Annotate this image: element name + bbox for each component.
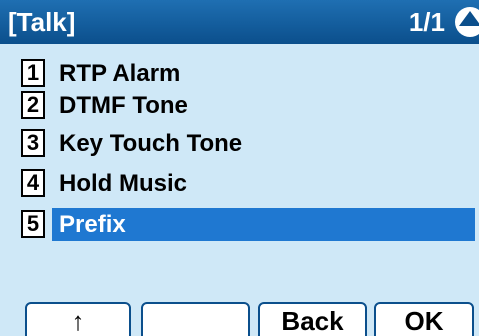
menu-item-hold-music[interactable]: 4 Hold Music xyxy=(0,167,479,200)
screen-title: [Talk] xyxy=(8,7,76,37)
menu-item-number: 1 xyxy=(21,59,45,87)
page-indicator: 1/1 xyxy=(408,7,445,37)
menu-item-label: Key Touch Tone xyxy=(59,130,243,157)
softkey-up-button[interactable]: ↑ xyxy=(25,302,131,336)
menu-item-label: Prefix xyxy=(59,211,126,238)
scroll-up-icon xyxy=(455,7,479,37)
menu-item-label: RTP Alarm xyxy=(59,60,181,87)
menu-item-key-touch-tone[interactable]: 3 Key Touch Tone xyxy=(0,127,479,160)
softkey-back-button[interactable]: Back xyxy=(258,302,367,336)
menu-item-number: 2 xyxy=(21,91,45,119)
menu-item-number: 5 xyxy=(21,210,45,238)
title-bar: [Talk] 1/1 xyxy=(0,0,479,44)
menu-item-prefix[interactable]: 5 Prefix xyxy=(0,208,479,241)
menu-item-dtmf-tone[interactable]: 2 DTMF Tone xyxy=(0,89,479,122)
softkey-empty-button[interactable] xyxy=(141,302,250,336)
phone-screen: [Talk] 1/1 1 RTP Alarm 2 DTMF Tone 3 Key… xyxy=(0,0,479,336)
menu-item-number: 4 xyxy=(21,169,45,197)
softkey-ok-button[interactable]: OK xyxy=(374,302,474,336)
menu-item-rtp-alarm[interactable]: 1 RTP Alarm xyxy=(0,57,479,90)
menu-item-number: 3 xyxy=(21,129,45,157)
menu-item-label: Hold Music xyxy=(59,170,188,197)
menu-item-label: DTMF Tone xyxy=(59,92,188,119)
